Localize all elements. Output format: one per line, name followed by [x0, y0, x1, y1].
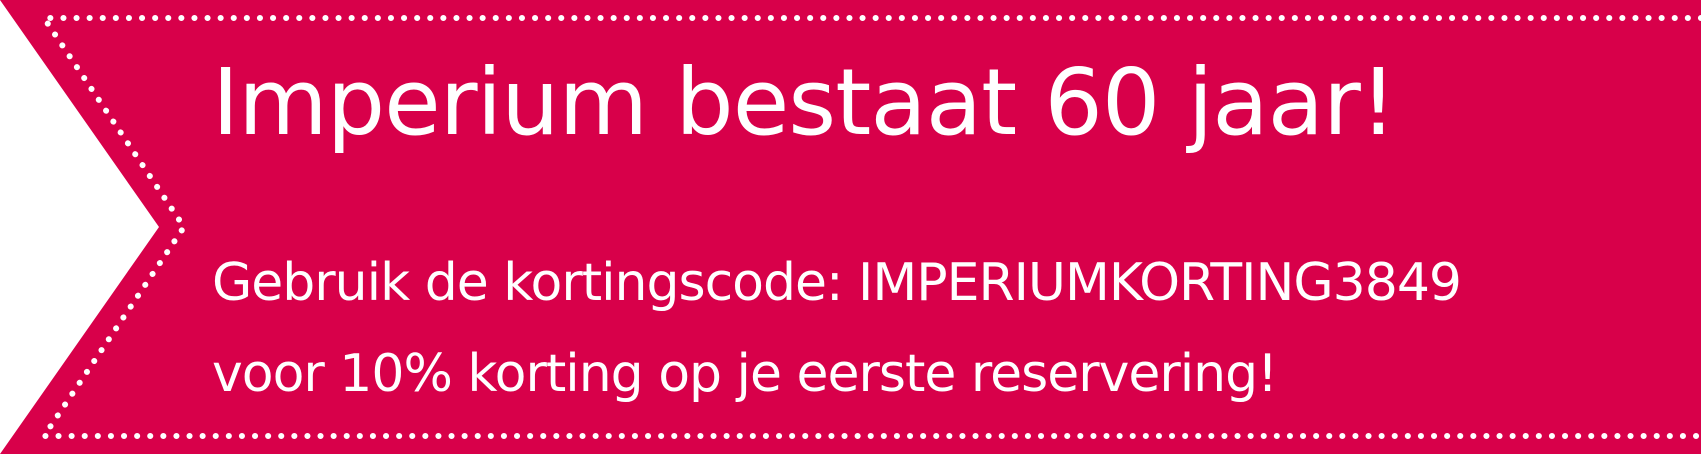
promo-ribbon-banner: Imperium bestaat 60 jaar! Gebruik de kor…: [0, 0, 1701, 454]
discount-code-line: Gebruik de kortingscode: IMPERIUMKORTING…: [212, 253, 1462, 313]
banner-headline: Imperium bestaat 60 jaar!: [212, 49, 1397, 156]
discount-offer-line: voor 10% korting op je eerste reserverin…: [212, 344, 1278, 404]
discount-message: Gebruik de kortingscode: IMPERIUMKORTING…: [212, 238, 1462, 420]
